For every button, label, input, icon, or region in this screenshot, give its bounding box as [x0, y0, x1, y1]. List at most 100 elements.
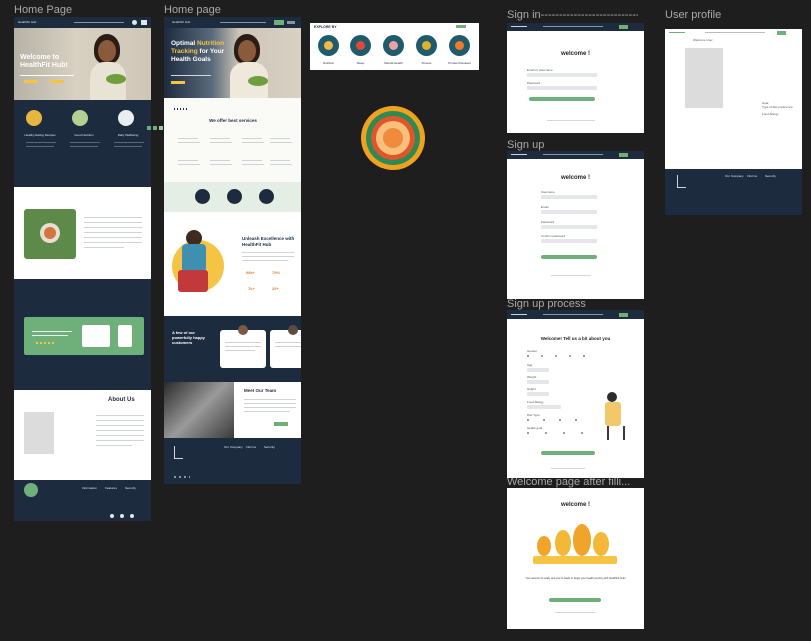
- category-circle[interactable]: [195, 189, 210, 204]
- hero-v2-title: Optimal Nutrition Tracking for Your Heal…: [171, 40, 225, 63]
- services-dots: [174, 108, 188, 110]
- cart-icon[interactable]: [141, 20, 147, 25]
- height-field[interactable]: [527, 392, 549, 396]
- confirm-password-field[interactable]: [541, 239, 597, 243]
- frame-label-home-page-2[interactable]: Home page: [164, 4, 221, 16]
- sign-up-button[interactable]: [541, 255, 597, 259]
- carousel-indicator[interactable]: [159, 126, 163, 130]
- sign-in-button[interactable]: [529, 97, 595, 101]
- password-field[interactable]: [527, 86, 597, 90]
- footer-link[interactable]: [555, 612, 595, 613]
- nav-button[interactable]: [777, 31, 786, 35]
- mental-health-icon[interactable]: [383, 35, 404, 56]
- continue-button[interactable]: [549, 598, 601, 602]
- frame-label-sign-up[interactable]: Sign up: [507, 139, 544, 151]
- customers-section: A few of our powerfully happy customers: [164, 316, 301, 382]
- sign-up-process-frame[interactable]: Welcome! Tell us a bit about you Gender …: [507, 310, 644, 478]
- email-label: Email or Username: [527, 68, 553, 72]
- sign-up-frame[interactable]: welcome ! Username Email Password Confir…: [507, 151, 644, 299]
- tree-illustration: [537, 536, 551, 556]
- carousel-indicator[interactable]: [153, 126, 157, 130]
- continue-button[interactable]: [541, 451, 595, 455]
- email-label: Email: [541, 205, 549, 209]
- nav-signin-button[interactable]: [619, 25, 628, 29]
- nav-logo[interactable]: HealthFit Hub: [18, 20, 36, 24]
- profile-diet: Type of diet preference: [762, 105, 793, 109]
- footer-logo-icon: [677, 175, 686, 188]
- hero-v2-salad-bowl: [248, 76, 268, 86]
- food-allergy-label: Food Allergy: [527, 400, 544, 404]
- welcome-page-frame[interactable]: welcome ! Your account is ready and you'…: [507, 488, 644, 629]
- nav-links-v2[interactable]: [220, 22, 266, 23]
- feature-card-1[interactable]: [82, 325, 110, 347]
- hero-primary-button[interactable]: [24, 80, 38, 83]
- welcome-heading: welcome !: [560, 502, 590, 508]
- social-icon[interactable]: [120, 514, 124, 518]
- password-field[interactable]: [541, 225, 597, 229]
- profile-footer: Our Company Informs Security: [665, 169, 802, 215]
- category-circle[interactable]: [259, 189, 274, 204]
- sign-up-link[interactable]: [547, 120, 595, 121]
- footer-col-3: Security: [125, 486, 136, 490]
- category-circle[interactable]: [227, 189, 242, 204]
- hero-v2-cta[interactable]: [171, 81, 185, 84]
- carousel-indicator[interactable]: [147, 126, 151, 130]
- age-field[interactable]: [527, 368, 549, 372]
- profile-photo[interactable]: [685, 48, 723, 108]
- card-title-2: Good Nutrition: [74, 133, 94, 137]
- brand-logo-icon[interactable]: [361, 106, 425, 170]
- product-reviews-icon[interactable]: [449, 35, 470, 56]
- profile-allergy: Food Allergy: [762, 112, 779, 116]
- feature-card-2[interactable]: [118, 325, 132, 347]
- health-goal-options[interactable]: [527, 432, 593, 434]
- stat-1: 98k+: [246, 270, 256, 275]
- sign-up-nav: [507, 151, 644, 159]
- sign-in-link[interactable]: [551, 275, 591, 276]
- weight-field[interactable]: [527, 380, 549, 384]
- hero-secondary-button[interactable]: [50, 80, 64, 83]
- card-title-1: Healthy Eating Recipes: [24, 133, 56, 137]
- age-label: Age: [527, 363, 533, 367]
- nav-signup-link[interactable]: [287, 21, 295, 24]
- nutrition-icon[interactable]: [318, 35, 339, 56]
- diet-type-options[interactable]: [527, 419, 587, 421]
- social-icon[interactable]: [130, 514, 134, 518]
- team-cta[interactable]: [274, 422, 288, 426]
- sleep-icon[interactable]: [350, 35, 371, 56]
- testimonial-card-2[interactable]: [270, 325, 301, 368]
- fitness-icon[interactable]: [416, 35, 437, 56]
- email-field[interactable]: [527, 73, 597, 77]
- social-icon[interactable]: [110, 514, 114, 518]
- nav-signin-button[interactable]: [274, 20, 284, 25]
- footer-link[interactable]: [551, 468, 585, 469]
- user-profile-frame[interactable]: Welcome User Goal Type of diet preferenc…: [665, 29, 802, 215]
- profile-nav: [665, 29, 802, 37]
- social-icons[interactable]: [174, 476, 190, 478]
- card-text-3b: [114, 146, 142, 147]
- nav-links[interactable]: [74, 22, 124, 23]
- frame-label-home-page[interactable]: Home Page: [14, 4, 72, 16]
- gender-options[interactable]: [527, 355, 587, 357]
- gender-label: Gender: [527, 349, 538, 353]
- username-field[interactable]: [541, 195, 597, 199]
- home-page-v2-frame[interactable]: HealthFit Hub Optimal Nutrition Tracking…: [164, 17, 301, 484]
- nav-signin-button[interactable]: [619, 153, 628, 157]
- frame-label-sign-up-process[interactable]: Sign up process: [507, 298, 586, 310]
- testimonial-card-1[interactable]: [220, 325, 266, 368]
- nav-signin-button[interactable]: [619, 313, 628, 317]
- diet-type-label: Diet Type: [527, 413, 540, 417]
- explore-by-frame[interactable]: EXPLORE BY Nutrition Sleep Mental Health…: [310, 23, 479, 70]
- frame-label-sign-in[interactable]: Sign in------------------------------...: [507, 9, 638, 21]
- home-page-frame[interactable]: HealthFit Hub Welcome to HealthFit Hub! …: [14, 17, 151, 521]
- email-field[interactable]: [541, 210, 597, 214]
- height-label: Height: [527, 387, 536, 391]
- explore-view-all[interactable]: [456, 25, 466, 28]
- profile-footer-col-2: Informs: [747, 174, 758, 178]
- nav-logo-v2[interactable]: HealthFit Hub: [172, 20, 190, 24]
- sign-in-frame[interactable]: welcome ! Email or Username Password: [507, 23, 644, 133]
- avatar[interactable]: [132, 20, 137, 25]
- frame-label-user-profile[interactable]: User profile: [665, 9, 721, 21]
- food-allergy-field[interactable]: [527, 405, 561, 409]
- explore-title: EXPLORE BY: [314, 25, 337, 29]
- profile-footer-col-1: Our Company: [725, 174, 744, 178]
